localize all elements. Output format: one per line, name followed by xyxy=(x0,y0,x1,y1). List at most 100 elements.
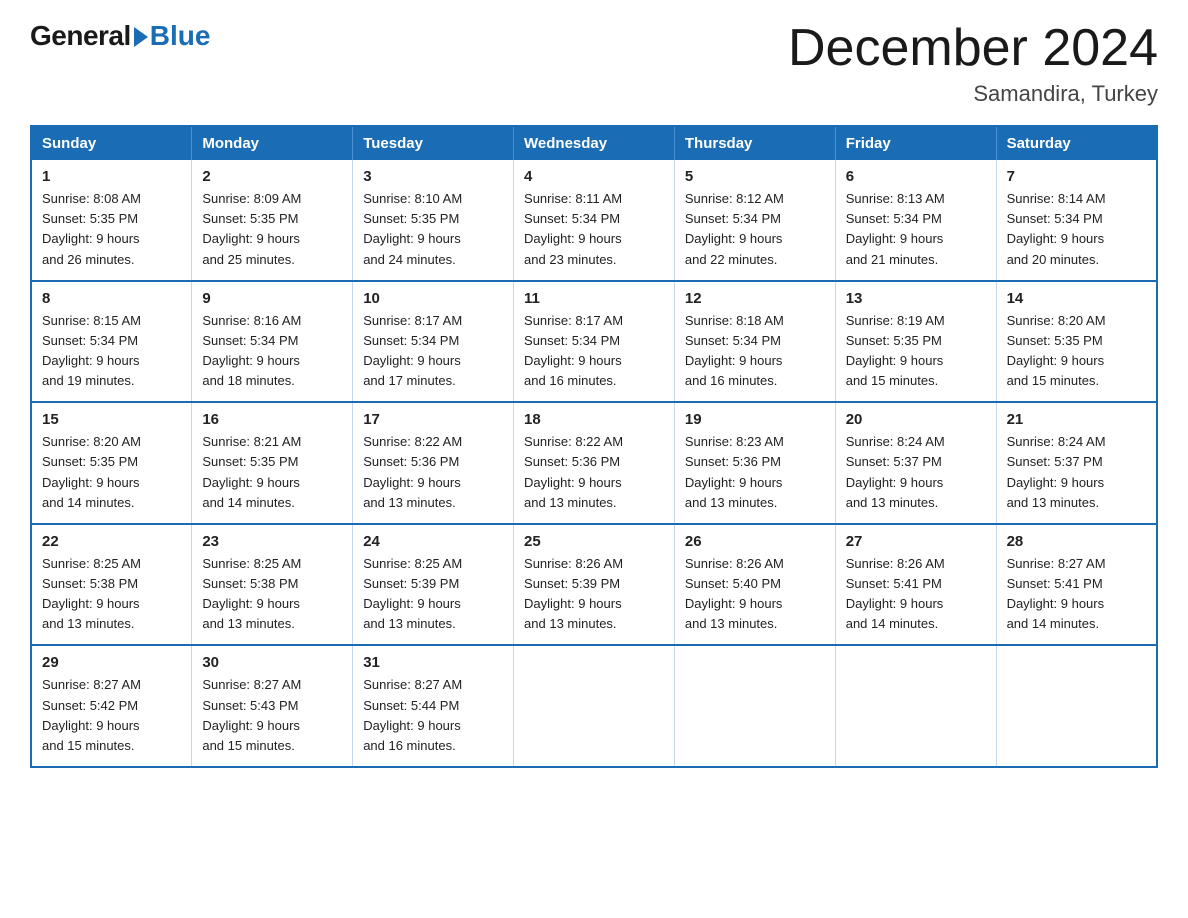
calendar-cell: 4 Sunrise: 8:11 AMSunset: 5:34 PMDayligh… xyxy=(514,160,675,281)
day-number: 12 xyxy=(685,290,825,307)
calendar-cell: 18 Sunrise: 8:22 AMSunset: 5:36 PMDaylig… xyxy=(514,402,675,524)
day-info: Sunrise: 8:20 AMSunset: 5:35 PMDaylight:… xyxy=(1007,311,1146,392)
day-info: Sunrise: 8:27 AMSunset: 5:41 PMDaylight:… xyxy=(1007,554,1146,635)
calendar-cell: 30 Sunrise: 8:27 AMSunset: 5:43 PMDaylig… xyxy=(192,645,353,767)
header-sunday: Sunday xyxy=(31,126,192,160)
calendar-cell: 23 Sunrise: 8:25 AMSunset: 5:38 PMDaylig… xyxy=(192,524,353,646)
calendar-cell: 24 Sunrise: 8:25 AMSunset: 5:39 PMDaylig… xyxy=(353,524,514,646)
day-number: 29 xyxy=(42,654,181,671)
day-info: Sunrise: 8:17 AMSunset: 5:34 PMDaylight:… xyxy=(363,311,503,392)
calendar-cell: 22 Sunrise: 8:25 AMSunset: 5:38 PMDaylig… xyxy=(31,524,192,646)
day-info: Sunrise: 8:27 AMSunset: 5:44 PMDaylight:… xyxy=(363,675,503,756)
day-number: 2 xyxy=(202,168,342,185)
calendar-cell: 25 Sunrise: 8:26 AMSunset: 5:39 PMDaylig… xyxy=(514,524,675,646)
day-number: 3 xyxy=(363,168,503,185)
calendar-cell: 29 Sunrise: 8:27 AMSunset: 5:42 PMDaylig… xyxy=(31,645,192,767)
location-subtitle: Samandira, Turkey xyxy=(788,81,1158,107)
day-number: 15 xyxy=(42,411,181,428)
day-number: 18 xyxy=(524,411,664,428)
day-info: Sunrise: 8:21 AMSunset: 5:35 PMDaylight:… xyxy=(202,432,342,513)
day-number: 10 xyxy=(363,290,503,307)
day-number: 21 xyxy=(1007,411,1146,428)
calendar-table: Sunday Monday Tuesday Wednesday Thursday… xyxy=(30,125,1158,768)
day-info: Sunrise: 8:13 AMSunset: 5:34 PMDaylight:… xyxy=(846,189,986,270)
calendar-cell: 6 Sunrise: 8:13 AMSunset: 5:34 PMDayligh… xyxy=(835,160,996,281)
day-number: 20 xyxy=(846,411,986,428)
calendar-cell: 10 Sunrise: 8:17 AMSunset: 5:34 PMDaylig… xyxy=(353,281,514,403)
header-saturday: Saturday xyxy=(996,126,1157,160)
calendar-week-row: 1 Sunrise: 8:08 AMSunset: 5:35 PMDayligh… xyxy=(31,160,1157,281)
day-info: Sunrise: 8:25 AMSunset: 5:39 PMDaylight:… xyxy=(363,554,503,635)
header-monday: Monday xyxy=(192,126,353,160)
day-info: Sunrise: 8:11 AMSunset: 5:34 PMDaylight:… xyxy=(524,189,664,270)
calendar-cell: 20 Sunrise: 8:24 AMSunset: 5:37 PMDaylig… xyxy=(835,402,996,524)
logo-blue-text: Blue xyxy=(150,20,211,52)
day-info: Sunrise: 8:26 AMSunset: 5:41 PMDaylight:… xyxy=(846,554,986,635)
calendar-cell: 7 Sunrise: 8:14 AMSunset: 5:34 PMDayligh… xyxy=(996,160,1157,281)
title-area: December 2024 Samandira, Turkey xyxy=(788,20,1158,107)
day-number: 4 xyxy=(524,168,664,185)
calendar-week-row: 15 Sunrise: 8:20 AMSunset: 5:35 PMDaylig… xyxy=(31,402,1157,524)
day-number: 27 xyxy=(846,533,986,550)
day-number: 28 xyxy=(1007,533,1146,550)
day-info: Sunrise: 8:09 AMSunset: 5:35 PMDaylight:… xyxy=(202,189,342,270)
day-info: Sunrise: 8:18 AMSunset: 5:34 PMDaylight:… xyxy=(685,311,825,392)
day-info: Sunrise: 8:08 AMSunset: 5:35 PMDaylight:… xyxy=(42,189,181,270)
day-info: Sunrise: 8:24 AMSunset: 5:37 PMDaylight:… xyxy=(1007,432,1146,513)
day-info: Sunrise: 8:12 AMSunset: 5:34 PMDaylight:… xyxy=(685,189,825,270)
calendar-cell xyxy=(514,645,675,767)
day-number: 14 xyxy=(1007,290,1146,307)
calendar-week-row: 29 Sunrise: 8:27 AMSunset: 5:42 PMDaylig… xyxy=(31,645,1157,767)
calendar-cell: 26 Sunrise: 8:26 AMSunset: 5:40 PMDaylig… xyxy=(674,524,835,646)
calendar-cell: 15 Sunrise: 8:20 AMSunset: 5:35 PMDaylig… xyxy=(31,402,192,524)
calendar-cell: 13 Sunrise: 8:19 AMSunset: 5:35 PMDaylig… xyxy=(835,281,996,403)
month-title: December 2024 xyxy=(788,20,1158,77)
day-number: 11 xyxy=(524,290,664,307)
day-number: 1 xyxy=(42,168,181,185)
day-number: 19 xyxy=(685,411,825,428)
day-info: Sunrise: 8:22 AMSunset: 5:36 PMDaylight:… xyxy=(524,432,664,513)
calendar-cell: 19 Sunrise: 8:23 AMSunset: 5:36 PMDaylig… xyxy=(674,402,835,524)
day-info: Sunrise: 8:20 AMSunset: 5:35 PMDaylight:… xyxy=(42,432,181,513)
calendar-cell: 31 Sunrise: 8:27 AMSunset: 5:44 PMDaylig… xyxy=(353,645,514,767)
day-number: 17 xyxy=(363,411,503,428)
calendar-cell xyxy=(996,645,1157,767)
header-wednesday: Wednesday xyxy=(514,126,675,160)
day-number: 8 xyxy=(42,290,181,307)
calendar-cell: 5 Sunrise: 8:12 AMSunset: 5:34 PMDayligh… xyxy=(674,160,835,281)
calendar-cell xyxy=(835,645,996,767)
day-info: Sunrise: 8:26 AMSunset: 5:40 PMDaylight:… xyxy=(685,554,825,635)
day-info: Sunrise: 8:27 AMSunset: 5:43 PMDaylight:… xyxy=(202,675,342,756)
calendar-week-row: 22 Sunrise: 8:25 AMSunset: 5:38 PMDaylig… xyxy=(31,524,1157,646)
day-number: 26 xyxy=(685,533,825,550)
calendar-cell xyxy=(674,645,835,767)
day-info: Sunrise: 8:24 AMSunset: 5:37 PMDaylight:… xyxy=(846,432,986,513)
day-number: 6 xyxy=(846,168,986,185)
day-info: Sunrise: 8:26 AMSunset: 5:39 PMDaylight:… xyxy=(524,554,664,635)
day-number: 24 xyxy=(363,533,503,550)
calendar-cell: 17 Sunrise: 8:22 AMSunset: 5:36 PMDaylig… xyxy=(353,402,514,524)
day-number: 30 xyxy=(202,654,342,671)
header-friday: Friday xyxy=(835,126,996,160)
calendar-cell: 16 Sunrise: 8:21 AMSunset: 5:35 PMDaylig… xyxy=(192,402,353,524)
logo-arrow-icon xyxy=(134,27,148,47)
day-info: Sunrise: 8:19 AMSunset: 5:35 PMDaylight:… xyxy=(846,311,986,392)
day-number: 25 xyxy=(524,533,664,550)
calendar-cell: 14 Sunrise: 8:20 AMSunset: 5:35 PMDaylig… xyxy=(996,281,1157,403)
day-number: 13 xyxy=(846,290,986,307)
day-info: Sunrise: 8:16 AMSunset: 5:34 PMDaylight:… xyxy=(202,311,342,392)
day-number: 9 xyxy=(202,290,342,307)
calendar-cell: 21 Sunrise: 8:24 AMSunset: 5:37 PMDaylig… xyxy=(996,402,1157,524)
day-number: 7 xyxy=(1007,168,1146,185)
day-number: 5 xyxy=(685,168,825,185)
header-tuesday: Tuesday xyxy=(353,126,514,160)
calendar-cell: 12 Sunrise: 8:18 AMSunset: 5:34 PMDaylig… xyxy=(674,281,835,403)
calendar-cell: 8 Sunrise: 8:15 AMSunset: 5:34 PMDayligh… xyxy=(31,281,192,403)
calendar-cell: 28 Sunrise: 8:27 AMSunset: 5:41 PMDaylig… xyxy=(996,524,1157,646)
day-info: Sunrise: 8:25 AMSunset: 5:38 PMDaylight:… xyxy=(202,554,342,635)
day-info: Sunrise: 8:10 AMSunset: 5:35 PMDaylight:… xyxy=(363,189,503,270)
day-info: Sunrise: 8:27 AMSunset: 5:42 PMDaylight:… xyxy=(42,675,181,756)
day-info: Sunrise: 8:25 AMSunset: 5:38 PMDaylight:… xyxy=(42,554,181,635)
logo-general-text: General xyxy=(30,20,131,52)
calendar-cell: 27 Sunrise: 8:26 AMSunset: 5:41 PMDaylig… xyxy=(835,524,996,646)
